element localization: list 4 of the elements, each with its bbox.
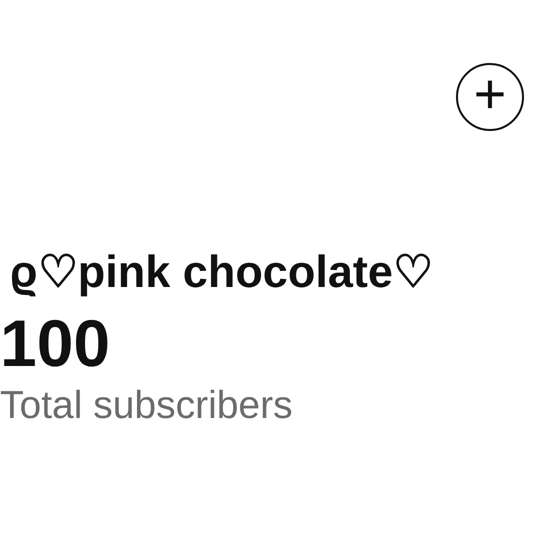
add-button[interactable]: + — [456, 63, 524, 131]
subscriber-count: 100 — [0, 306, 112, 380]
channel-name: ϱ♡pink chocolate♡ — [10, 247, 434, 296]
subscriber-label: Total subscribers — [0, 385, 294, 428]
